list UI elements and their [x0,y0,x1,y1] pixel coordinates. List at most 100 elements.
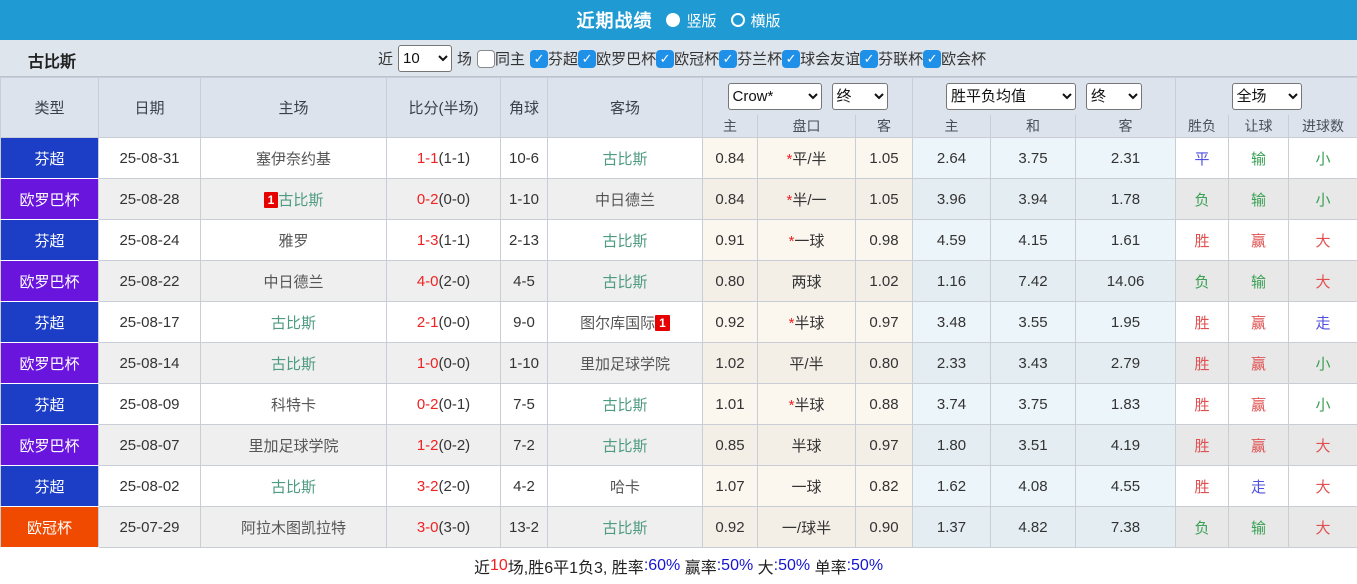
league-checkbox[interactable]: ✓ 芬超 [530,48,578,69]
avg-draw-odds-cell: 3.55 [990,301,1077,343]
summary-segment: 场,胜6平1负3, 胜率 [507,560,644,577]
halftime-score: (0-0) [438,313,471,331]
same-home-label: 同主 [495,51,526,68]
layout-radio-vertical[interactable]: 竖版 [666,10,717,31]
handicap-away-odds-cell: 0.98 [854,219,914,261]
scope-select-group: 全场 [1175,77,1357,115]
checkbox-checked-icon[interactable]: ✓ [923,49,942,68]
goals-result-cell: 走 [1288,301,1357,343]
team-name-text: 古比斯 [602,150,648,168]
handicap-home-odds-cell: 1.07 [702,465,758,507]
goals-result-cell: 大 [1288,219,1357,261]
handicap-home-odds-cell: 0.85 [702,424,758,466]
league-label: 芬兰杯 [737,51,783,68]
handicap-result-cell: 输 [1228,137,1290,179]
home-team-cell: 中日德兰 [200,260,387,302]
table-row: 芬超 25-08-02 古比斯 3-2(2-0) 4-2 哈卡 1.07 一球 0.82 1.62… [0,465,1357,507]
match-type-badge: 欧罗巴杯 [0,178,99,220]
halftime-score: (0-2) [438,436,471,454]
checkbox-checked-icon[interactable]: ✓ [719,49,738,68]
away-team-cell: 哈卡 [547,465,703,507]
league-label: 球会友谊 [800,51,861,68]
handicap-home-odds-cell: 0.91 [702,219,758,261]
col-header-date: 日期 [98,77,201,138]
league-checkbox[interactable]: ✓ 芬兰杯 [719,48,782,69]
halftime-score: (1-1) [438,149,471,167]
rounds-suffix-label: 场 [457,51,473,68]
checkbox-checked-icon[interactable]: ✓ [530,49,549,68]
avg-home-odds-cell: 2.33 [912,342,992,384]
checkbox-checked-icon[interactable]: ✓ [656,49,675,68]
handicap-result-cell: 输 [1228,260,1290,302]
league-checkbox[interactable]: ✓ 欧会杯 [923,48,986,69]
goals-result-cell: 小 [1288,178,1357,220]
handicap-line-cell: 一/球半 [757,506,856,548]
league-checkbox[interactable]: ✓ 欧冠杯 [656,48,719,69]
match-type-badge: 芬超 [0,301,99,343]
handicap-line-cell: 平/半 [757,342,856,384]
date-cell: 25-08-02 [98,465,201,507]
score-cell: 3-2(2-0) [386,465,501,507]
handicap-select-group: Crow* 终 [701,77,914,115]
avg-away-odds-cell: 1.95 [1075,301,1177,343]
match-type-badge: 芬超 [0,465,99,507]
avg-away-odds-cell: 4.19 [1075,424,1177,466]
corner-cell: 1-10 [500,178,548,220]
odds-company-time-select[interactable]: 终 [831,82,888,110]
odds-company-select[interactable]: Crow* [727,82,822,110]
sub-header-goals-result: 进球数 [1288,114,1357,138]
result-cell: 平 [1175,137,1230,179]
summary-footer: 近 10 场,胜6平1负3, 胜率:60% 赢率:50% 大:50% 单率:50% [0,548,1357,584]
league-filters: ✓ 芬超 ✓ 欧罗巴杯 ✓ 欧冠杯 ✓ 芬兰杯 ✓ 球会友谊 ✓ 芬联杯 ✓ 欧会杯 [530,48,986,69]
team-name-text: 古比斯 [270,355,316,373]
avg-odds-select[interactable]: 胜平负均值 [946,82,1077,110]
avg-home-odds-cell: 3.48 [912,301,992,343]
avg-away-odds-cell: 7.38 [1075,506,1177,548]
date-cell: 25-08-31 [98,137,201,179]
radio-horizontal-label: 横版 [750,12,781,30]
rank-1-badge: 1 [655,314,670,331]
same-home-checkbox[interactable]: 同主 [477,48,525,69]
near-label: 近 [378,51,394,68]
asterisk-marker: * [788,396,795,414]
home-team-cell: 古比斯 [200,342,387,384]
match-type-badge: 欧罗巴杯 [0,424,99,466]
checkbox-unchecked-icon[interactable] [477,49,496,68]
avg-draw-odds-cell: 4.15 [990,219,1077,261]
handicap-result-cell: 赢 [1228,424,1290,466]
rounds-select[interactable]: 10 [398,45,453,72]
radio-selected-icon[interactable] [666,13,681,27]
result-cell: 负 [1175,506,1230,548]
avg-draw-odds-cell: 3.75 [990,137,1077,179]
radio-unselected-icon[interactable] [730,13,745,27]
layout-radio-horizontal[interactable]: 横版 [730,10,781,31]
handicap-home-odds-cell: 1.02 [702,342,758,384]
league-label: 芬联杯 [878,51,924,68]
avg-draw-odds-cell: 4.82 [990,506,1077,548]
avg-draw-odds-cell: 3.94 [990,178,1077,220]
home-team-cell: 古比斯 [200,301,387,343]
avg-home-odds-cell: 4.59 [912,219,992,261]
sub-header-avg-away: 客 [1075,114,1177,138]
scope-select[interactable]: 全场 [1231,82,1302,110]
checkbox-checked-icon[interactable]: ✓ [782,49,801,68]
corner-cell: 7-2 [500,424,548,466]
corner-cell: 2-13 [500,219,548,261]
avg-home-odds-cell: 2.64 [912,137,992,179]
league-checkbox[interactable]: ✓ 球会友谊 [782,48,860,69]
team-name-text: 里加足球学院 [579,355,670,373]
avg-away-odds-cell: 2.31 [1075,137,1177,179]
league-checkbox[interactable]: ✓ 芬联杯 [860,48,923,69]
filter-row: 古比斯 近 10 场 同主 ✓ 芬超 ✓ 欧罗巴杯 ✓ 欧冠杯 ✓ 芬兰杯 ✓ 球会友谊 ✓ 芬联杯 ✓… [0,40,1357,77]
league-checkbox[interactable]: ✓ 欧罗巴杯 [578,48,656,69]
team-name-text: 图尔库国际 [580,314,656,332]
avg-home-odds-cell: 1.62 [912,465,992,507]
table-row: 欧罗巴杯 25-08-28 1 古比斯 0-2(0-0) 1-10 中日德兰 0.84 *半/一… [0,178,1357,220]
team-name-text: 中日德兰 [594,191,655,209]
checkbox-checked-icon[interactable]: ✓ [578,49,597,68]
away-team-cell: 古比斯 [547,424,703,466]
summary-segment: 近 [473,560,490,577]
halftime-score: (0-0) [438,190,471,208]
avg-odds-time-select[interactable]: 终 [1086,82,1143,110]
checkbox-checked-icon[interactable]: ✓ [860,49,879,68]
